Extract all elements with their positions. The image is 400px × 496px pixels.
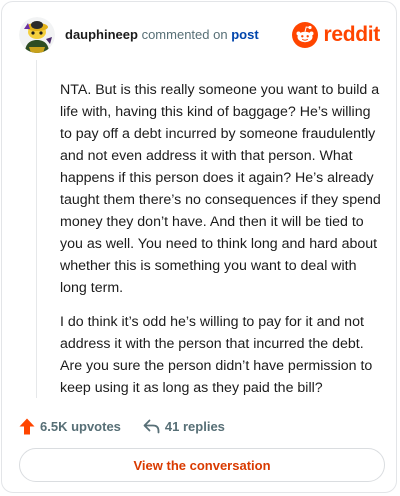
comment-paragraph: I do think it’s odd he’s willing to pay …: [60, 314, 373, 396]
replies-count: 41 replies: [164, 418, 225, 434]
reply-arrow-icon: [143, 419, 160, 433]
thread-line: [36, 60, 37, 398]
comment-actions: 6.5K upvotes 41 replies: [19, 416, 225, 436]
avatar[interactable]: [19, 17, 55, 53]
comment-body: NTA. But is this really someone you want…: [60, 79, 386, 411]
upvote-arrow-icon: [19, 418, 35, 434]
comment-header: dauphineep commented on post reddit: [19, 17, 382, 53]
post-link[interactable]: post: [231, 27, 258, 42]
reddit-logo-icon: [292, 22, 319, 48]
view-conversation-label: View the conversation: [133, 457, 271, 473]
upvote-button[interactable]: 6.5K upvotes: [19, 418, 121, 435]
upvote-count: 6.5K upvotes: [40, 418, 121, 434]
replies-button[interactable]: 41 replies: [143, 419, 225, 434]
byline: dauphineep commented on post: [65, 27, 259, 42]
comment-card: dauphineep commented on post reddit NTA.…: [1, 1, 397, 493]
reddit-logo[interactable]: reddit: [292, 21, 380, 49]
comment-paragraph: NTA. But is this really someone you want…: [60, 82, 381, 296]
view-conversation-button[interactable]: View the conversation: [19, 448, 385, 482]
commented-on-text: commented on: [141, 27, 228, 42]
snoo-avatar-icon: [19, 17, 55, 53]
reddit-wordmark: reddit: [323, 23, 380, 46]
username-link[interactable]: dauphineep: [65, 27, 138, 42]
